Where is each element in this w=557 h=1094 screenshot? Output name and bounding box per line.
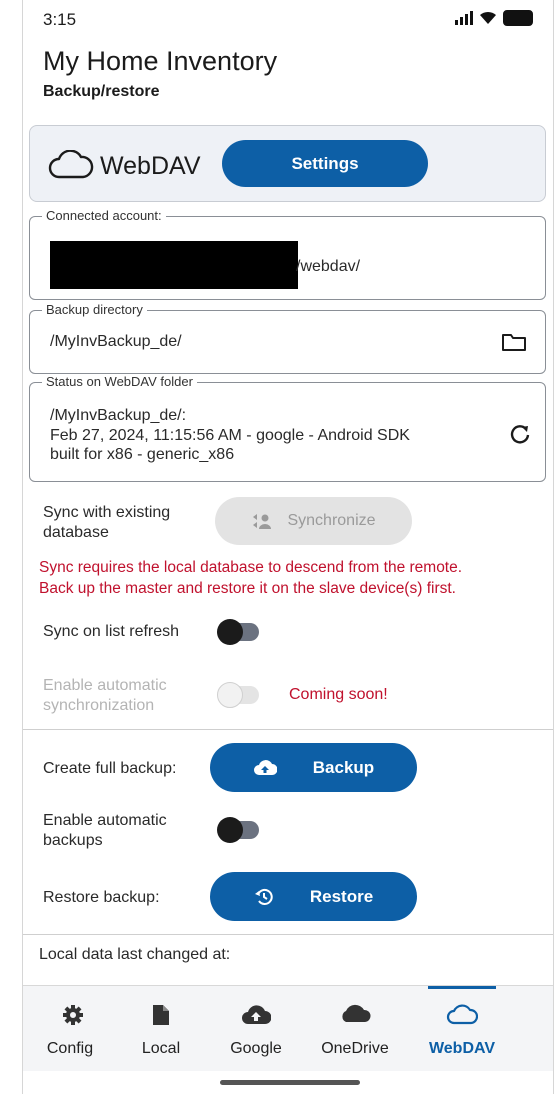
auto-backup-label: Enable automatic backups [43, 811, 167, 851]
backup-button-label: Backup [312, 757, 375, 777]
cloud-upload-icon [253, 759, 277, 775]
nav-label-local: Local [141, 1040, 181, 1057]
status-time: 3:15 [43, 10, 77, 29]
refresh-icon[interactable] [509, 423, 531, 445]
history-icon [254, 888, 273, 905]
connected-account-field: Connected account: /webdav/ [29, 208, 546, 300]
status-folder-line2: Feb 27, 2024, 11:15:56 AM - google - And… [50, 427, 410, 444]
cloud-outline-icon [48, 150, 94, 179]
restore-button-label: Restore [309, 886, 374, 906]
sync-existing-label: Sync with existing database [43, 503, 170, 543]
webdav-label: WebDAV [100, 152, 201, 180]
nav-item-config[interactable]: Config [23, 986, 123, 1071]
auto-sync-toggle[interactable] [217, 682, 259, 708]
battery-icon [503, 10, 533, 26]
status-folder-line1: /MyInvBackup_de/: [50, 407, 187, 424]
local-data-label: Local data last changed at: [39, 946, 231, 963]
cloud-outline-icon [446, 1004, 478, 1025]
sync-existing-label-line1: Sync with existing [43, 504, 171, 521]
redacted-account [50, 241, 298, 289]
auto-backup-toggle[interactable] [217, 817, 259, 843]
sync-warning-line2: Back up the master and restore it on the… [39, 580, 456, 597]
backup-directory-field[interactable]: Backup directory /MyInvBackup_de/ [29, 302, 546, 374]
phone-screen: 3:15 My Home Inventory Backup/restore We… [22, 0, 554, 1094]
nav-item-onedrive[interactable]: OneDrive [305, 986, 405, 1071]
cloud-upload-icon [242, 1005, 271, 1024]
nav-label-webdav: WebDAV [428, 1040, 496, 1057]
home-indicator[interactable] [220, 1080, 360, 1085]
nav-label-config: Config [46, 1040, 94, 1057]
backup-directory-value: /MyInvBackup_de/ [50, 333, 182, 350]
create-backup-label: Create full backup: [43, 760, 177, 777]
toggle-knob [217, 817, 243, 843]
sync-people-icon [253, 514, 272, 529]
backup-directory-legend: Backup directory [42, 302, 147, 317]
restore-button[interactable]: Restore [210, 872, 417, 921]
page-subtitle: Backup/restore [43, 83, 160, 100]
auto-backup-label-line1: Enable automatic [43, 812, 167, 829]
nav-label-google: Google [230, 1040, 282, 1057]
sync-refresh-toggle[interactable] [217, 619, 259, 645]
connected-account-value: /webdav/ [296, 258, 361, 275]
file-icon [153, 1005, 169, 1025]
connected-account-legend: Connected account: [42, 208, 166, 223]
folder-icon[interactable] [501, 332, 527, 352]
auto-backup-label-line2: backups [43, 832, 103, 849]
backup-button[interactable]: Backup [210, 743, 417, 792]
restore-backup-label: Restore backup: [43, 889, 160, 906]
sync-warning: Sync requires the local database to desc… [39, 557, 462, 599]
status-icons [455, 10, 533, 26]
webdav-card: WebDAV Settings [29, 125, 546, 202]
auto-sync-label: Enable automatic synchronization [43, 676, 167, 716]
bottom-navigation: Config Local Google OneDrive WebDAV [23, 985, 553, 1071]
nav-label-onedrive: OneDrive [321, 1040, 389, 1057]
status-folder-legend: Status on WebDAV folder [42, 374, 197, 389]
gear-icon [63, 1005, 83, 1025]
sync-warning-line1: Sync requires the local database to desc… [39, 559, 463, 576]
coming-soon-text: Coming soon! [289, 686, 388, 703]
toggle-knob [217, 619, 243, 645]
toggle-knob [217, 682, 243, 708]
wifi-icon [480, 11, 496, 24]
auto-sync-label-line2: synchronization [43, 697, 155, 714]
status-folder-field: Status on WebDAV folder /MyInvBackup_de/… [29, 374, 546, 482]
sync-refresh-label: Sync on list refresh [43, 623, 180, 640]
settings-button[interactable]: Settings [222, 140, 428, 187]
auto-sync-label-line1: Enable automatic [43, 677, 167, 694]
nav-item-local[interactable]: Local [111, 986, 211, 1071]
section-divider [23, 934, 553, 935]
synchronize-button[interactable]: Synchronize [215, 497, 412, 545]
app-title: My Home Inventory [43, 46, 278, 76]
signal-icon [455, 11, 473, 25]
cloud-filled-icon [342, 1004, 371, 1022]
nav-item-webdav[interactable]: WebDAV [428, 986, 496, 1071]
nav-item-google[interactable]: Google [206, 986, 306, 1071]
synchronize-label: Synchronize [287, 512, 376, 529]
status-folder-line3: built for x86 - generic_x86 [50, 446, 235, 463]
sync-existing-label-line2: database [43, 524, 109, 541]
section-divider [23, 729, 553, 730]
